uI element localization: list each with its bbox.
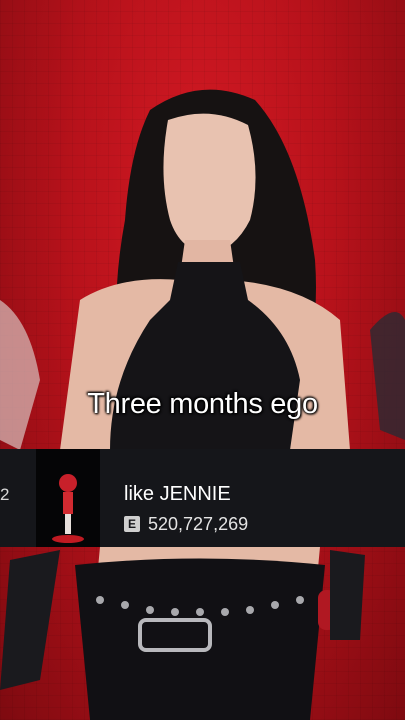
- music-chart-card[interactable]: 2 like JENNIE E 520,727,269: [0, 449, 405, 547]
- track-stats: E 520,727,269: [124, 514, 248, 534]
- performer-image: [0, 89, 405, 720]
- track-title[interactable]: like JENNIE: [124, 483, 231, 506]
- figurine-art: [36, 449, 100, 547]
- video-caption: Three months ego: [87, 388, 318, 420]
- explicit-icon: E: [124, 516, 140, 532]
- video-frame[interactable]: [0, 0, 405, 720]
- play-count: 520,727,269: [148, 513, 249, 534]
- album-art-thumbnail[interactable]: [36, 449, 100, 547]
- chart-rank: 2: [0, 485, 10, 504]
